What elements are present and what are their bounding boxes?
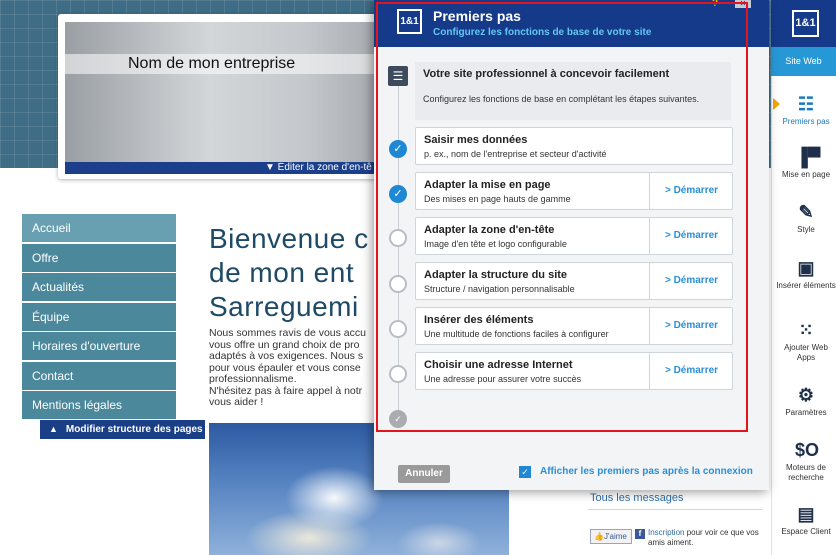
- seo-icon: $O: [795, 440, 820, 460]
- step-zone-en-tete: Adapter la zone d'en-tête Image d'en têt…: [415, 217, 733, 255]
- step-title: Saisir mes données: [424, 134, 528, 146]
- show-first-steps-label[interactable]: Afficher les premiers pas après la conne…: [540, 466, 753, 477]
- thumbs-up-icon: 👍: [594, 532, 604, 541]
- help-icon[interactable]: ?: [712, 0, 718, 9]
- step-description: Image d'en tête et logo configurable: [424, 239, 567, 249]
- sidebar-item-inserer-elements[interactable]: ▣ Insérer éléments: [776, 258, 836, 291]
- intro-title: Votre site professionnel à concevoir fac…: [423, 68, 670, 80]
- sidebar-item-label: Premiers pas: [782, 117, 830, 126]
- step-title: Adapter la zone d'en-tête: [424, 224, 555, 236]
- sidebar-item-parametres[interactable]: ⚙ Paramètres: [776, 385, 836, 418]
- panel-subtitle: Configurez les fonctions de base de votr…: [433, 27, 652, 38]
- step-description: Structure / navigation personnalisable: [424, 284, 575, 294]
- paragraph-line: Nous sommes ravis de vous accu: [209, 328, 366, 339]
- client-area-icon: ▤: [797, 504, 815, 524]
- nav-item-offre[interactable]: Offre: [22, 243, 176, 272]
- facebook-signup-link[interactable]: Inscription: [648, 528, 684, 537]
- intro-text: Configurez les fonctions de base en comp…: [423, 94, 700, 104]
- like-label: J'aime: [603, 532, 627, 541]
- step-done-check-icon: ✓: [389, 185, 407, 203]
- step-title: Adapter la structure du site: [424, 269, 568, 281]
- sidebar-item-label: Insérer éléments: [776, 281, 836, 290]
- paragraph-line: adaptés à vos exigences. Nous s: [209, 350, 364, 362]
- step-pending-circle-icon: [389, 365, 407, 383]
- step-description: p. ex., nom de l'entreprise et secteur d…: [424, 149, 607, 159]
- sidebar-item-label: Moteurs de recherche: [785, 463, 827, 482]
- sidebar-item-mise-en-page[interactable]: ▐▀ Mise en page: [776, 147, 836, 180]
- site-web-tab[interactable]: Site Web: [771, 47, 836, 76]
- welcome-paragraph: Nous sommes ravis de vous accu vous offr…: [209, 328, 379, 414]
- nav-item-accueil[interactable]: Accueil: [22, 214, 176, 242]
- step-structure-site: Adapter la structure du site Structure /…: [415, 262, 733, 300]
- step-title: Adapter la mise en page: [424, 179, 551, 191]
- close-icon[interactable]: ✕: [735, 0, 751, 8]
- step-description: Des mises en page hauts de gamme: [424, 194, 571, 204]
- welcome-line: Sarreguemi: [209, 291, 359, 322]
- style-brush-icon: ✎: [798, 202, 814, 222]
- sidebar-item-moteurs-de-recherche[interactable]: $O Moteurs de recherche: [776, 440, 836, 482]
- sidebar-item-label: Paramètres: [785, 408, 827, 417]
- site-navigation: Accueil Offre Actualités Équipe Horaires…: [22, 214, 176, 421]
- welcome-line: Bienvenue c: [209, 223, 369, 254]
- edit-header-zone-button[interactable]: ▼ Éditer la zone d'en-tê: [65, 162, 385, 174]
- start-button[interactable]: > Démarrer: [649, 353, 733, 389]
- facebook-signup-text: Inscription pour voir ce que vos amis ai…: [648, 528, 763, 548]
- cancel-button[interactable]: Annuler: [398, 465, 450, 483]
- facebook-icon: f: [635, 529, 645, 539]
- sidebar-item-style[interactable]: ✎ Style: [776, 202, 836, 235]
- step-done-check-icon: ✓: [389, 140, 407, 158]
- panel-logo: 1&1: [397, 9, 422, 34]
- company-name[interactable]: Nom de mon entreprise: [128, 55, 295, 73]
- header-image: [65, 22, 385, 162]
- step-mise-en-page: Adapter la mise en page Des mises en pag…: [415, 172, 733, 210]
- layout-icon: ▐▀: [795, 147, 821, 167]
- sitemap-icon: ▲: [49, 424, 58, 434]
- nav-item-equipe[interactable]: Équipe: [22, 302, 176, 331]
- step-description: Une multitude de fonctions faciles à con…: [424, 329, 609, 339]
- step-description: Une adresse pour assurer votre succès: [424, 374, 582, 384]
- paragraph-line: professionnalisme.: [209, 373, 297, 385]
- nav-item-actualites[interactable]: Actualités: [22, 273, 176, 301]
- nav-item-contact[interactable]: Contact: [22, 361, 176, 390]
- insert-element-icon: ▣: [797, 258, 815, 278]
- sidebar-item-label: Mise en page: [781, 170, 831, 179]
- edit-page-structure-button[interactable]: ▲ Modifier structure des pages: [40, 420, 205, 439]
- start-button[interactable]: > Démarrer: [649, 218, 733, 254]
- step-title: Choisir une adresse Internet: [424, 359, 573, 371]
- step-pending-circle-icon: [389, 229, 407, 247]
- all-messages-link[interactable]: Tous les messages: [590, 492, 684, 504]
- facebook-like-button[interactable]: 👍J'aime: [590, 529, 632, 544]
- sidebar-item-premiers-pas[interactable]: ☷ Premiers pas: [776, 94, 836, 127]
- edit-structure-label: Modifier structure des pages: [65, 424, 203, 435]
- start-button[interactable]: > Démarrer: [649, 173, 733, 209]
- start-button[interactable]: > Démarrer: [649, 263, 733, 299]
- checklist-icon: ☷: [797, 94, 815, 114]
- show-first-steps-checkbox[interactable]: ✓: [519, 466, 531, 478]
- brand-logo: 1&1: [792, 10, 819, 37]
- nav-item-horaires[interactable]: Horaires d'ouverture: [22, 332, 176, 360]
- step-adresse-internet: Choisir une adresse Internet Une adresse…: [415, 352, 733, 390]
- sidebar-item-label: Espace Client: [781, 527, 831, 536]
- sidebar-item-espace-client[interactable]: ▤ Espace Client: [776, 504, 836, 537]
- web-apps-icon: ⁙: [798, 320, 814, 340]
- settings-gear-icon: ⚙: [797, 385, 815, 405]
- step-title: Insérer des éléments: [424, 314, 534, 326]
- sidebar-item-ajouter-web-apps[interactable]: ⁙ Ajouter Web Apps: [776, 320, 836, 362]
- nav-item-mentions-legales[interactable]: Mentions légales: [22, 391, 176, 419]
- sidebar-item-label: Style: [797, 225, 815, 234]
- start-button[interactable]: > Démarrer: [649, 308, 733, 344]
- checklist-icon: ☰: [388, 66, 408, 86]
- panel-title: Premiers pas: [433, 8, 521, 24]
- paragraph-line: vous aider !: [209, 396, 264, 408]
- step-inserer-elements: Insérer des éléments Une multitude de fo…: [415, 307, 733, 345]
- divider: [588, 509, 762, 510]
- step-saisir-donnees[interactable]: Saisir mes données p. ex., nom de l'entr…: [415, 127, 733, 165]
- welcome-heading: Bienvenue c de mon ent Sarreguemi: [209, 222, 379, 324]
- step-pending-circle-icon: [389, 275, 407, 293]
- timeline-end-check-icon: ✓: [389, 410, 407, 428]
- welcome-line: de mon ent: [209, 257, 355, 288]
- step-pending-circle-icon: [389, 320, 407, 338]
- sidebar-item-label: Ajouter Web Apps: [784, 343, 828, 362]
